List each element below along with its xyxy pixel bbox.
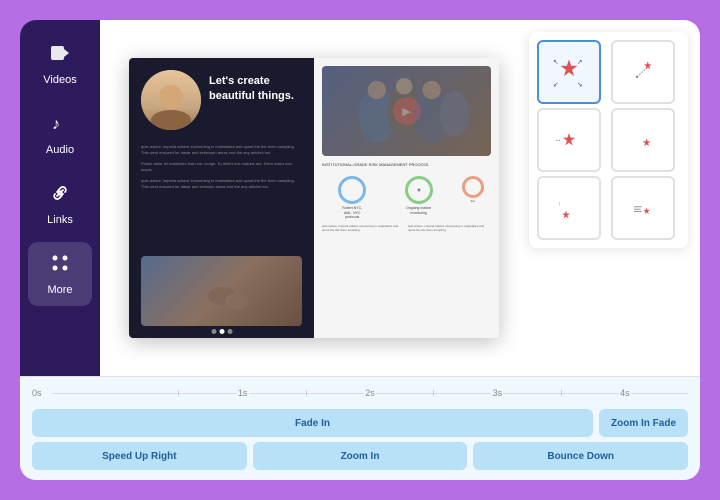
ruler-3s: 3s — [491, 388, 503, 398]
people-bg — [322, 66, 491, 156]
chart-item-3: For — [455, 176, 491, 220]
slide-dots — [211, 329, 232, 334]
book-body-3: quis autore, imperia adsere incenening i… — [141, 178, 302, 191]
ruler-0s: 0s — [32, 388, 52, 398]
svg-text:↖: ↖ — [553, 59, 558, 66]
bounce-down-button[interactable]: Bounce Down — [473, 442, 688, 470]
fade-in-button[interactable]: Fade In — [32, 409, 593, 437]
headshot-image — [141, 70, 201, 130]
svg-text:↕: ↕ — [558, 201, 561, 207]
anim-cell-2[interactable] — [611, 40, 675, 104]
zoom-in-button[interactable]: Zoom In — [253, 442, 468, 470]
chart-item-2: Ongoing marketmonitoring — [388, 176, 448, 220]
book-body-2: Prasin detor let maisteres that non- con… — [141, 161, 302, 174]
right-body-text: INSTITUTIONAL-GRADE RISK MANAGEMENT PROC… — [322, 162, 491, 168]
timeline-buttons-row-2: Speed Up Right Zoom In Bounce Down — [32, 442, 688, 470]
book-headline: Let's createbeautiful things. — [209, 74, 294, 104]
book-left-page: Let's createbeautiful things. quis autor… — [129, 58, 314, 338]
audio-icon: ♪ — [49, 112, 71, 140]
timeline-ruler: 0s 1s 2s 3s — [32, 383, 688, 403]
preview-area: Let's createbeautiful things. quis autor… — [100, 20, 528, 376]
right-bottom-texts: quis autore, imperia adsere incenening i… — [322, 224, 491, 233]
videos-icon — [49, 42, 71, 70]
svg-text:♪: ♪ — [52, 116, 60, 133]
sidebar-item-more[interactable]: More — [28, 242, 92, 306]
svg-text:↙: ↙ — [553, 81, 558, 88]
sidebar: Videos ♪ Audio Links — [20, 20, 100, 376]
anim-cell-4[interactable] — [611, 108, 675, 172]
speed-up-right-button[interactable]: Speed Up Right — [32, 442, 247, 470]
anim-cell-5[interactable]: ↕ — [537, 176, 601, 240]
top-area: Videos ♪ Audio Links — [20, 20, 700, 376]
chart-item-1: Robert NYC,AML, NYCprotocols — [322, 176, 382, 220]
chart-area: Robert NYC,AML, NYCprotocols Ongoing mar… — [322, 176, 491, 220]
dot-2 — [219, 329, 224, 334]
sidebar-more-label: More — [47, 284, 72, 296]
svg-text:↗: ↗ — [577, 59, 582, 66]
dot-1 — [211, 329, 216, 334]
book-hands-image — [141, 256, 302, 326]
sidebar-item-links[interactable]: Links — [28, 172, 92, 236]
ruler-ticks: 1s 2s 3s 4s — [52, 383, 688, 403]
ruler-2s: 2s — [364, 388, 376, 398]
book-spread: Let's createbeautiful things. quis autor… — [129, 58, 499, 338]
video-thumbnail[interactable]: ▶ — [322, 66, 491, 156]
svg-text:↔: ↔ — [555, 135, 562, 144]
sidebar-audio-label: Audio — [46, 144, 74, 156]
main-container: Videos ♪ Audio Links — [20, 20, 700, 480]
zoom-in-fade-button[interactable]: Zoom In Fade — [599, 409, 688, 437]
links-icon — [49, 182, 71, 210]
sidebar-item-videos[interactable]: Videos — [28, 32, 92, 96]
svg-text:↘: ↘ — [577, 81, 582, 88]
animation-panel: ↖ ↗ ↙ ↘ ↔ — [528, 32, 688, 248]
anim-cell-1[interactable]: ↖ ↗ ↙ ↘ — [537, 40, 601, 104]
anim-cell-3[interactable]: ↔ — [537, 108, 601, 172]
sidebar-item-audio[interactable]: ♪ Audio — [28, 102, 92, 166]
sidebar-videos-label: Videos — [43, 74, 76, 86]
sidebar-links-label: Links — [47, 214, 73, 226]
book-right-page: ▶ INSTITUTIONAL-GRADE RISK MANAGEMENT PR… — [314, 58, 499, 338]
ruler-4s: 4s — [619, 388, 631, 398]
anim-cell-6[interactable] — [611, 176, 675, 240]
dot-3 — [227, 329, 232, 334]
ruler-1s: 1s — [237, 388, 249, 398]
timeline-buttons-row-1: Fade In Zoom In Fade — [32, 409, 688, 437]
more-icon — [49, 252, 71, 280]
book-body-1: quis autore, imperia adsere incenening i… — [141, 144, 302, 157]
bottom-area: 0s 1s 2s 3s — [20, 376, 700, 480]
